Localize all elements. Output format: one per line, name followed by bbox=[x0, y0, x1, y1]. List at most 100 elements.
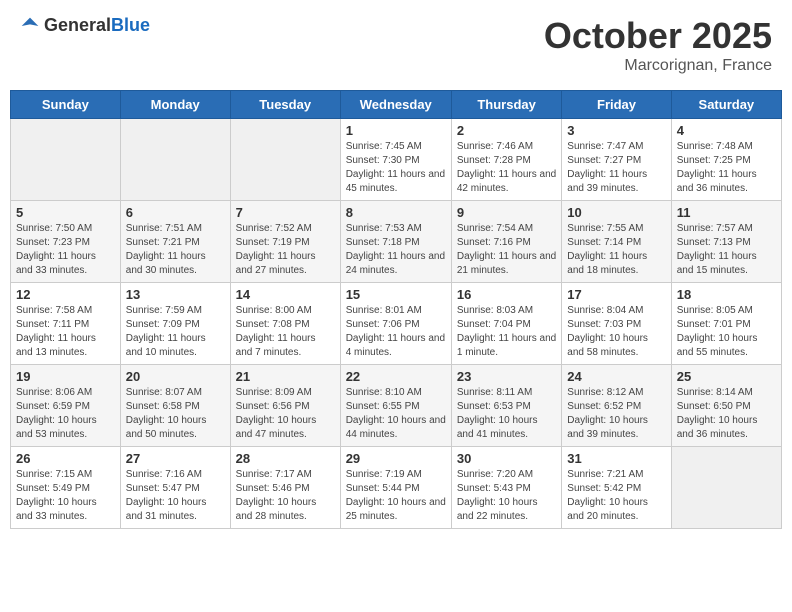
day-info: Sunrise: 7:19 AM Sunset: 5:44 PM Dayligh… bbox=[346, 468, 446, 524]
day-info: Sunrise: 7:55 AM Sunset: 7:14 PM Dayligh… bbox=[567, 222, 665, 278]
day-info: Sunrise: 8:01 AM Sunset: 7:06 PM Dayligh… bbox=[346, 304, 446, 360]
day-info: Sunrise: 7:53 AM Sunset: 7:18 PM Dayligh… bbox=[346, 222, 446, 278]
calendar-cell: 16 Sunrise: 8:03 AM Sunset: 7:04 PM Dayli… bbox=[451, 283, 561, 365]
title-block: October 2025 Marcorignan, France bbox=[544, 15, 772, 75]
day-number: 25 bbox=[677, 369, 776, 384]
day-number: 8 bbox=[346, 205, 446, 220]
calendar-cell: 19 Sunrise: 8:06 AM Sunset: 6:59 PM Dayli… bbox=[11, 365, 121, 447]
week-row-3: 19 Sunrise: 8:06 AM Sunset: 6:59 PM Dayli… bbox=[11, 365, 782, 447]
day-info: Sunrise: 7:20 AM Sunset: 5:43 PM Dayligh… bbox=[457, 468, 556, 524]
day-info: Sunrise: 7:59 AM Sunset: 7:09 PM Dayligh… bbox=[126, 304, 225, 360]
week-row-4: 26 Sunrise: 7:15 AM Sunset: 5:49 PM Dayli… bbox=[11, 447, 782, 529]
day-number: 12 bbox=[16, 287, 115, 302]
calendar-cell: 15 Sunrise: 8:01 AM Sunset: 7:06 PM Dayli… bbox=[340, 283, 451, 365]
day-info: Sunrise: 7:50 AM Sunset: 7:23 PM Dayligh… bbox=[16, 222, 115, 278]
location-title: Marcorignan, France bbox=[544, 57, 772, 75]
day-info: Sunrise: 7:58 AM Sunset: 7:11 PM Dayligh… bbox=[16, 304, 115, 360]
calendar-cell: 4 Sunrise: 7:48 AM Sunset: 7:25 PM Daylig… bbox=[671, 119, 781, 201]
calendar-cell: 23 Sunrise: 8:11 AM Sunset: 6:53 PM Dayli… bbox=[451, 365, 561, 447]
weekday-header-sunday: Sunday bbox=[11, 91, 121, 119]
day-number: 28 bbox=[236, 451, 335, 466]
day-number: 26 bbox=[16, 451, 115, 466]
day-info: Sunrise: 8:07 AM Sunset: 6:58 PM Dayligh… bbox=[126, 386, 225, 442]
calendar-cell: 24 Sunrise: 8:12 AM Sunset: 6:52 PM Dayli… bbox=[562, 365, 671, 447]
day-number: 16 bbox=[457, 287, 556, 302]
weekday-header-monday: Monday bbox=[120, 91, 230, 119]
day-info: Sunrise: 7:52 AM Sunset: 7:19 PM Dayligh… bbox=[236, 222, 335, 278]
calendar-table: SundayMondayTuesdayWednesdayThursdayFrid… bbox=[10, 90, 782, 529]
calendar-cell: 10 Sunrise: 7:55 AM Sunset: 7:14 PM Dayli… bbox=[562, 201, 671, 283]
day-number: 31 bbox=[567, 451, 665, 466]
calendar-cell: 21Sunrise: 8:09 AM Sunset: 6:56 PM Dayli… bbox=[230, 365, 340, 447]
calendar-cell bbox=[671, 447, 781, 529]
day-info: Sunrise: 8:06 AM Sunset: 6:59 PM Dayligh… bbox=[16, 386, 115, 442]
logo-blue-text: Blue bbox=[111, 15, 150, 35]
calendar-cell: 20 Sunrise: 8:07 AM Sunset: 6:58 PM Dayli… bbox=[120, 365, 230, 447]
calendar-cell: 9 Sunrise: 7:54 AM Sunset: 7:16 PM Daylig… bbox=[451, 201, 561, 283]
logo-general-text: General bbox=[44, 15, 111, 35]
day-info: Sunrise: 8:14 AM Sunset: 6:50 PM Dayligh… bbox=[677, 386, 776, 442]
day-number: 9 bbox=[457, 205, 556, 220]
day-number: 21 bbox=[236, 369, 335, 384]
weekday-header-friday: Friday bbox=[562, 91, 671, 119]
calendar-cell: 17 Sunrise: 8:04 AM Sunset: 7:03 PM Dayli… bbox=[562, 283, 671, 365]
calendar-cell: 8 Sunrise: 7:53 AM Sunset: 7:18 PM Daylig… bbox=[340, 201, 451, 283]
calendar-cell: 29 Sunrise: 7:19 AM Sunset: 5:44 PM Dayli… bbox=[340, 447, 451, 529]
weekday-header-tuesday: Tuesday bbox=[230, 91, 340, 119]
calendar-cell: 2 Sunrise: 7:46 AM Sunset: 7:28 PM Daylig… bbox=[451, 119, 561, 201]
day-number: 4 bbox=[677, 123, 776, 138]
calendar-cell: 7Sunrise: 7:52 AM Sunset: 7:19 PM Daylig… bbox=[230, 201, 340, 283]
day-info: Sunrise: 8:03 AM Sunset: 7:04 PM Dayligh… bbox=[457, 304, 556, 360]
calendar-cell: 13Sunrise: 7:59 AM Sunset: 7:09 PM Dayli… bbox=[120, 283, 230, 365]
weekday-header-row: SundayMondayTuesdayWednesdayThursdayFrid… bbox=[11, 91, 782, 119]
day-info: Sunrise: 7:54 AM Sunset: 7:16 PM Dayligh… bbox=[457, 222, 556, 278]
day-info: Sunrise: 7:15 AM Sunset: 5:49 PM Dayligh… bbox=[16, 468, 115, 524]
calendar-cell: 12 Sunrise: 7:58 AM Sunset: 7:11 PM Dayli… bbox=[11, 283, 121, 365]
calendar-cell: 14Sunrise: 8:00 AM Sunset: 7:08 PM Dayli… bbox=[230, 283, 340, 365]
day-number: 5 bbox=[16, 205, 115, 220]
day-number: 10 bbox=[567, 205, 665, 220]
day-info: Sunrise: 8:11 AM Sunset: 6:53 PM Dayligh… bbox=[457, 386, 556, 442]
day-info: Sunrise: 7:45 AM Sunset: 7:30 PM Dayligh… bbox=[346, 140, 446, 196]
day-number: 23 bbox=[457, 369, 556, 384]
day-info: Sunrise: 8:04 AM Sunset: 7:03 PM Dayligh… bbox=[567, 304, 665, 360]
calendar-cell: 31Sunrise: 7:21 AM Sunset: 5:42 PM Dayli… bbox=[562, 447, 671, 529]
day-number: 19 bbox=[16, 369, 115, 384]
calendar-cell: 11 Sunrise: 7:57 AM Sunset: 7:13 PM Dayli… bbox=[671, 201, 781, 283]
day-info: Sunrise: 7:51 AM Sunset: 7:21 PM Dayligh… bbox=[126, 222, 225, 278]
day-number: 24 bbox=[567, 369, 665, 384]
calendar-cell bbox=[11, 119, 121, 201]
day-info: Sunrise: 7:48 AM Sunset: 7:25 PM Dayligh… bbox=[677, 140, 776, 196]
day-info: Sunrise: 7:57 AM Sunset: 7:13 PM Dayligh… bbox=[677, 222, 776, 278]
day-number: 20 bbox=[126, 369, 225, 384]
calendar-cell: 5 Sunrise: 7:50 AM Sunset: 7:23 PM Daylig… bbox=[11, 201, 121, 283]
logo-icon bbox=[20, 16, 40, 36]
day-info: Sunrise: 7:46 AM Sunset: 7:28 PM Dayligh… bbox=[457, 140, 556, 196]
day-number: 30 bbox=[457, 451, 556, 466]
weekday-header-thursday: Thursday bbox=[451, 91, 561, 119]
day-info: Sunrise: 7:17 AM Sunset: 5:46 PM Dayligh… bbox=[236, 468, 335, 524]
calendar-cell: 6 Sunrise: 7:51 AM Sunset: 7:21 PM Daylig… bbox=[120, 201, 230, 283]
calendar-cell: 30 Sunrise: 7:20 AM Sunset: 5:43 PM Dayli… bbox=[451, 447, 561, 529]
day-number: 11 bbox=[677, 205, 776, 220]
day-number: 29 bbox=[346, 451, 446, 466]
day-info: Sunrise: 7:47 AM Sunset: 7:27 PM Dayligh… bbox=[567, 140, 665, 196]
day-number: 6 bbox=[126, 205, 225, 220]
day-number: 15 bbox=[346, 287, 446, 302]
week-row-1: 5 Sunrise: 7:50 AM Sunset: 7:23 PM Daylig… bbox=[11, 201, 782, 283]
logo: GeneralBlue bbox=[20, 15, 150, 36]
month-title: October 2025 bbox=[544, 15, 772, 57]
day-number: 2 bbox=[457, 123, 556, 138]
week-row-0: 1 Sunrise: 7:45 AM Sunset: 7:30 PM Daylig… bbox=[11, 119, 782, 201]
calendar-cell bbox=[120, 119, 230, 201]
calendar-cell: 28 Sunrise: 7:17 AM Sunset: 5:46 PM Dayli… bbox=[230, 447, 340, 529]
calendar-cell: 3Sunrise: 7:47 AM Sunset: 7:27 PM Daylig… bbox=[562, 119, 671, 201]
calendar-cell: 22Sunrise: 8:10 AM Sunset: 6:55 PM Dayli… bbox=[340, 365, 451, 447]
day-number: 17 bbox=[567, 287, 665, 302]
day-number: 27 bbox=[126, 451, 225, 466]
day-number: 22 bbox=[346, 369, 446, 384]
day-info: Sunrise: 8:12 AM Sunset: 6:52 PM Dayligh… bbox=[567, 386, 665, 442]
header: GeneralBlue October 2025 Marcorignan, Fr… bbox=[10, 10, 782, 80]
day-number: 1 bbox=[346, 123, 446, 138]
calendar-cell: 18Sunrise: 8:05 AM Sunset: 7:01 PM Dayli… bbox=[671, 283, 781, 365]
